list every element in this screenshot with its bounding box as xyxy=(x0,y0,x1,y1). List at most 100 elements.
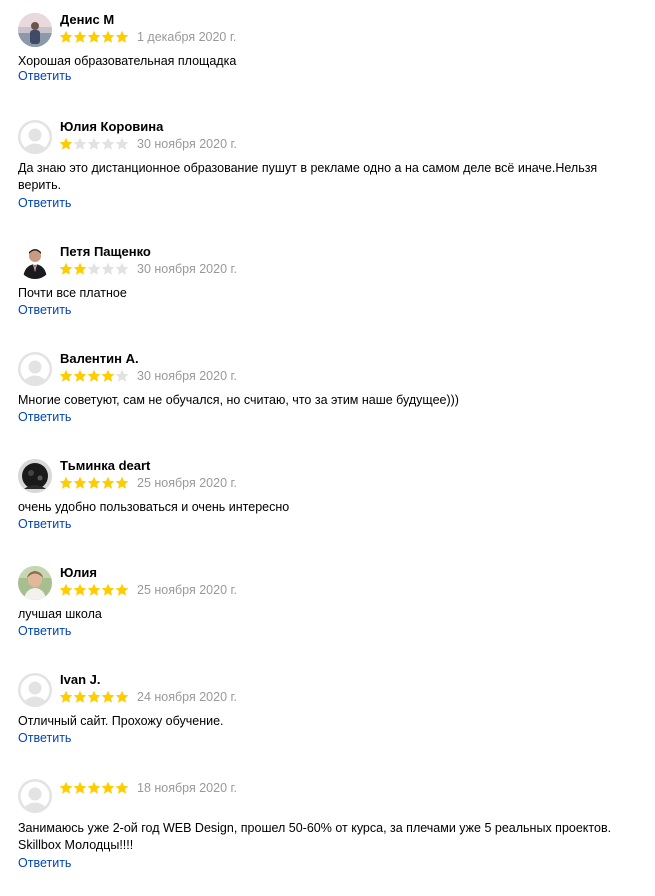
review-meta: 30 ноября 2020 г. xyxy=(59,137,237,151)
star-filled-icon xyxy=(101,30,115,43)
avatar-photo xyxy=(18,566,52,600)
user-placeholder-icon xyxy=(18,352,52,386)
star-filled-icon xyxy=(73,369,87,382)
review-text: очень удобно пользоваться и очень интере… xyxy=(18,500,290,514)
review-meta: 18 ноября 2020 г. xyxy=(59,781,237,795)
rating-stars xyxy=(59,30,129,44)
star-filled-icon xyxy=(73,583,87,596)
review-date: 18 ноября 2020 г. xyxy=(137,781,237,795)
star-filled-icon xyxy=(115,476,129,489)
reply-link[interactable]: Ответить xyxy=(18,856,71,871)
review-text: Занимаюсь уже 2-ой год WEB Design, проше… xyxy=(18,821,612,852)
star-filled-icon xyxy=(73,262,87,275)
star-empty-icon xyxy=(115,137,129,150)
reply-link[interactable]: Ответить xyxy=(18,303,71,318)
reply-link[interactable]: Ответить xyxy=(18,624,71,639)
star-filled-icon xyxy=(73,690,87,703)
avatar-photo xyxy=(18,459,52,493)
review-meta: 25 ноября 2020 г. xyxy=(59,583,237,597)
star-empty-icon xyxy=(87,262,101,275)
star-filled-icon xyxy=(59,476,73,489)
avatar[interactable] xyxy=(18,673,52,707)
review-text: Да знаю это дистанционное образование пу… xyxy=(18,161,598,192)
star-filled-icon xyxy=(87,476,101,489)
star-filled-icon xyxy=(87,30,101,43)
star-filled-icon xyxy=(87,690,101,703)
star-filled-icon xyxy=(101,476,115,489)
review-date: 24 ноября 2020 г. xyxy=(137,690,237,704)
star-filled-icon xyxy=(59,262,73,275)
star-filled-icon xyxy=(115,690,129,703)
review-text: Многие советуют, сам не обучался, но счи… xyxy=(18,393,459,407)
rating-stars xyxy=(59,690,129,704)
star-filled-icon xyxy=(59,30,73,43)
star-filled-icon xyxy=(59,137,73,150)
review-text: Почти все платное xyxy=(18,286,127,300)
avatar[interactable] xyxy=(18,120,52,154)
review-author[interactable]: Петя Пащенко xyxy=(60,244,151,260)
avatar-photo xyxy=(18,245,52,279)
review-date: 30 ноября 2020 г. xyxy=(137,137,237,151)
review-text: Отличный сайт. Прохожу обучение. xyxy=(18,714,224,728)
reply-link[interactable]: Ответить xyxy=(18,731,71,746)
avatar[interactable] xyxy=(18,352,52,386)
avatar[interactable] xyxy=(18,13,52,47)
star-filled-icon xyxy=(73,476,87,489)
review-date: 30 ноября 2020 г. xyxy=(137,369,237,383)
star-filled-icon xyxy=(87,583,101,596)
review-date: 30 ноября 2020 г. xyxy=(137,262,237,276)
star-filled-icon xyxy=(59,583,73,596)
review-author[interactable]: Денис М xyxy=(60,12,114,28)
review-meta: 30 ноября 2020 г. xyxy=(59,262,237,276)
star-filled-icon xyxy=(101,781,115,794)
star-empty-icon xyxy=(87,137,101,150)
star-empty-icon xyxy=(115,369,129,382)
star-filled-icon xyxy=(101,369,115,382)
rating-stars xyxy=(59,476,129,490)
star-empty-icon xyxy=(115,262,129,275)
review-author[interactable]: Тьминка deart xyxy=(60,458,150,474)
review-date: 25 ноября 2020 г. xyxy=(137,476,237,490)
star-empty-icon xyxy=(73,137,87,150)
star-filled-icon xyxy=(59,690,73,703)
reply-link[interactable]: Ответить xyxy=(18,196,71,211)
rating-stars xyxy=(59,369,129,383)
rating-stars xyxy=(59,137,129,151)
rating-stars xyxy=(59,583,129,597)
review-date: 1 декабря 2020 г. xyxy=(137,30,237,44)
star-empty-icon xyxy=(101,137,115,150)
user-placeholder-icon xyxy=(18,673,52,707)
star-filled-icon xyxy=(59,369,73,382)
avatar[interactable] xyxy=(18,459,52,493)
star-filled-icon xyxy=(101,583,115,596)
user-placeholder-icon xyxy=(18,120,52,154)
star-filled-icon xyxy=(115,583,129,596)
review-author[interactable]: Юлия xyxy=(60,565,97,581)
rating-stars xyxy=(59,781,129,795)
star-empty-icon xyxy=(101,262,115,275)
star-filled-icon xyxy=(87,369,101,382)
star-filled-icon xyxy=(115,781,129,794)
avatar-photo xyxy=(18,13,52,47)
reply-link[interactable]: Ответить xyxy=(18,410,71,425)
review-text: лучшая школа xyxy=(18,607,102,621)
review-text: Хорошая образовательная площадка xyxy=(18,54,237,68)
star-filled-icon xyxy=(73,781,87,794)
review-author[interactable]: Юлия Коровина xyxy=(60,119,163,135)
star-filled-icon xyxy=(59,781,73,794)
review-meta: 24 ноября 2020 г. xyxy=(59,690,237,704)
star-filled-icon xyxy=(115,30,129,43)
avatar[interactable] xyxy=(18,245,52,279)
review-meta: 1 декабря 2020 г. xyxy=(59,30,236,44)
reply-link[interactable]: Ответить xyxy=(18,517,71,532)
star-filled-icon xyxy=(73,30,87,43)
star-filled-icon xyxy=(87,781,101,794)
review-meta: 25 ноября 2020 г. xyxy=(59,476,237,490)
review-author[interactable]: Ivan J. xyxy=(60,672,100,688)
avatar[interactable] xyxy=(18,566,52,600)
reply-link[interactable]: Ответить xyxy=(18,69,71,84)
avatar[interactable] xyxy=(18,779,52,813)
rating-stars xyxy=(59,262,129,276)
review-author[interactable]: Валентин А. xyxy=(60,351,139,367)
star-filled-icon xyxy=(101,690,115,703)
